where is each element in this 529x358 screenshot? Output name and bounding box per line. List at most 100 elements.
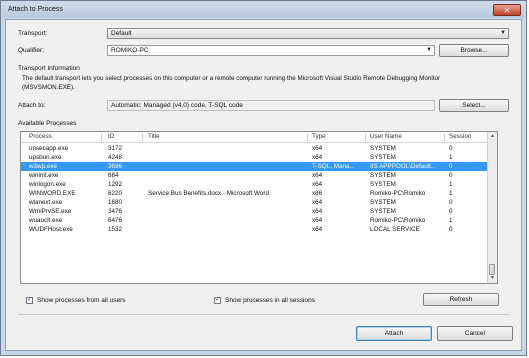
process-user-cell: LOCAL SERVICE [370,226,420,233]
process-user-cell: SYSTEM [370,208,396,215]
process-name-cell: WINWORD.EXE [29,190,76,197]
process-type-cell: x64 [312,226,323,233]
dialog-window: Attach to Process ✕ Transport: Default ▼… [0,0,527,356]
process-session-cell: 1 [449,217,453,224]
process-name-cell: wuauclt.exe [29,217,63,224]
column-divider [307,133,308,141]
process-name-cell: WUDFHost.exe [29,226,73,233]
transport-label: Transport: [18,30,48,37]
table-row[interactable]: WINWORD.EXE 6220 Service Bus Benefits.do… [21,189,487,198]
refresh-button[interactable]: Refresh [423,293,499,306]
table-row[interactable]: wuauclt.exe 6476 x64 Romiko-PC\Romiko 1 [21,216,487,225]
process-id-cell: 3476 [108,208,123,215]
show-all-sessions-checkbox[interactable]: ✓ [214,297,221,304]
process-type-cell: x64 [312,208,323,215]
window-title: Attach to Process [8,6,63,13]
column-header-title[interactable]: Title [148,133,160,140]
column-header-type[interactable]: Type [312,133,326,140]
column-divider [142,133,143,141]
close-button[interactable]: ✕ [493,4,521,16]
table-row[interactable]: unsecapp.exe 3172 x64 SYSTEM 0 [21,144,487,153]
process-user-cell: SYSTEM [370,199,396,206]
process-type-cell: T-SQL, Mana... [312,163,355,170]
qualifier-value: ROMIKO-PC [111,47,149,54]
checkmark-icon: ✓ [27,297,33,303]
table-row[interactable]: wlanext.exe 1680 x64 SYSTEM 0 [21,198,487,207]
process-user-cell: SYSTEM [370,145,396,152]
dialog-body: Transport: Default ▼ Qualifier: ROMIKO-P… [5,19,522,351]
process-session-cell: 1 [449,190,453,197]
process-id-cell: 3696 [108,163,123,170]
process-user-cell: SYSTEM [370,172,396,179]
column-divider [365,133,366,141]
process-id-cell: 3172 [108,145,123,152]
select-button[interactable]: Select... [439,99,509,112]
process-id-cell: 4248 [108,154,123,161]
process-type-cell: x64 [312,181,323,188]
cancel-button[interactable]: Cancel [437,326,513,341]
process-name-cell: wlanext.exe [29,199,63,206]
qualifier-label: Qualifier: [18,47,45,54]
transport-select[interactable]: Default ▼ [107,28,509,39]
process-title-cell: Service Bus Benefits.docx - Microsoft Wo… [148,190,269,197]
column-header-session[interactable]: Session [449,133,471,140]
process-name-cell: w3wp.exe [29,163,58,170]
attach-to-label: Attach to: [18,102,46,109]
process-user-cell: SYSTEM [370,181,396,188]
process-type-cell: x86 [312,190,323,197]
scroll-up-icon[interactable]: ▲ [489,133,496,140]
process-user-cell: Romiko-PC\Romiko [370,190,426,197]
process-user-cell: SYSTEM [370,154,396,161]
process-type-cell: x64 [312,145,323,152]
vertical-scrollbar[interactable]: ▲ ▼ [487,132,497,283]
table-row[interactable]: upsbun.exe 4248 x64 SYSTEM 1 [21,153,487,162]
title-bar[interactable]: Attach to Process ✕ [2,2,525,18]
process-type-cell: x64 [312,172,323,179]
process-session-cell: 1 [449,154,453,161]
show-all-sessions-label[interactable]: Show processes in all sessions [225,297,315,304]
column-header-process[interactable]: Process [29,133,52,140]
process-name-cell: upsbun.exe [29,154,62,161]
transport-info-heading: Transport Information [18,65,80,72]
process-id-cell: 1532 [108,226,123,233]
column-divider [444,133,445,141]
scroll-down-icon[interactable]: ▼ [489,275,496,282]
process-session-cell: 0 [449,226,453,233]
attach-button[interactable]: Attach [356,326,432,341]
process-name-cell: unsecapp.exe [29,145,69,152]
chevron-down-icon: ▼ [426,47,432,53]
process-id-cell: 1292 [108,181,123,188]
column-header-id[interactable]: ID [108,133,114,140]
process-user-cell: Romiko-PC\Romiko [370,217,426,224]
process-id-cell: 6220 [108,190,123,197]
show-all-users-checkbox[interactable]: ✓ [26,297,33,304]
browse-button[interactable]: Browse... [439,44,509,57]
process-list[interactable]: Process ID Title Type User Name Session … [20,131,498,284]
table-row[interactable]: WmiPrvSE.exe 3476 x64 SYSTEM 0 [21,207,487,216]
process-type-cell: x64 [312,199,323,206]
checkmark-icon: ✓ [215,297,221,303]
process-id-cell: 6476 [108,217,123,224]
table-row-selected[interactable]: w3wp.exe 3696 T-SQL, Mana... IIS APPPOOL… [21,162,487,171]
table-row[interactable]: wininit.exe 684 x64 SYSTEM 0 [21,171,487,180]
process-type-cell: x64 [312,217,323,224]
process-session-cell: 0 [449,199,453,206]
process-name-cell: winlogon.exe [29,181,66,188]
process-session-cell: 1 [449,181,453,188]
chevron-down-icon: ▼ [500,30,506,36]
divider [18,314,509,315]
process-name-cell: wininit.exe [29,172,59,179]
transport-info-text: The default transport lets you select pr… [22,75,441,91]
column-header-user-name[interactable]: User Name [370,133,402,140]
process-session-cell: 0 [449,145,453,152]
qualifier-input[interactable]: ROMIKO-PC ▼ [107,45,435,56]
process-list-header: Process ID Title Type User Name Session [21,132,487,143]
table-row[interactable]: WUDFHost.exe 1532 x64 LOCAL SERVICE 0 [21,225,487,234]
process-id-cell: 1680 [108,199,123,206]
process-name-cell: WmiPrvSE.exe [29,208,72,215]
scroll-thumb[interactable] [489,264,495,275]
process-id-cell: 684 [108,172,119,179]
show-all-users-label[interactable]: Show processes from all users [37,297,126,304]
process-type-cell: x64 [312,154,323,161]
table-row[interactable]: winlogon.exe 1292 x64 SYSTEM 1 [21,180,487,189]
